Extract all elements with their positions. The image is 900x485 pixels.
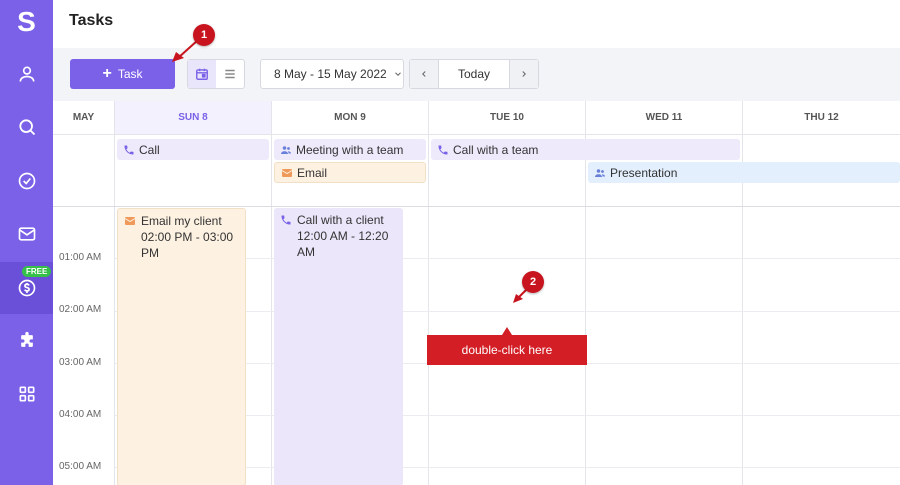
date-range-dropdown[interactable]: 8 May - 15 May 2022 (260, 59, 404, 89)
time-label: 03:00 AM (59, 357, 102, 368)
day-header-tue[interactable]: TUE 10 (429, 101, 586, 135)
page-header: Tasks (53, 0, 900, 48)
allday-event-label: Meeting with a team (296, 142, 404, 157)
prev-week-button[interactable] (410, 60, 438, 88)
dollar-icon (18, 279, 35, 297)
event-title: Call with a client (297, 213, 384, 227)
mail-icon (18, 227, 35, 241)
time-column-wed[interactable] (586, 207, 743, 485)
view-toggle (187, 59, 245, 89)
time-label: 04:00 AM (59, 409, 102, 420)
sidebar-item-apps[interactable] (0, 368, 53, 420)
week-calendar: MAY SUN 8 MON 9 TUE 10 WED 11 THU 12 Cal… (53, 101, 900, 485)
check-circle-icon (18, 172, 35, 190)
list-icon (225, 69, 235, 79)
allday-event-call-team[interactable]: Call with a team (431, 139, 740, 160)
mail-icon (281, 168, 293, 177)
allday-event-presentation[interactable]: Presentation (588, 162, 900, 183)
double-click-hint: double-click here (427, 327, 587, 365)
day-header-wed[interactable]: WED 11 (586, 101, 743, 135)
toolbar: + Task 8 May - 15 May 2022 Today (53, 48, 900, 101)
search-icon (18, 119, 35, 136)
allday-event-email[interactable]: Email (274, 162, 426, 183)
calendar-icon (196, 68, 208, 80)
allday-event-label: Call with a team (453, 142, 539, 157)
puzzle-icon (20, 331, 33, 347)
user-icon (19, 66, 34, 82)
phone-icon (281, 215, 291, 225)
time-column-thu[interactable] (743, 207, 900, 485)
add-task-label: Task (117, 67, 143, 81)
month-label: MAY (53, 101, 115, 135)
sidebar-item-integrations[interactable] (0, 315, 53, 367)
allday-event-meeting[interactable]: Meeting with a team (274, 139, 426, 160)
day-header-thu[interactable]: THU 12 (743, 101, 900, 135)
phone-icon (438, 145, 448, 154)
sidebar-item-tasks[interactable] (0, 155, 53, 207)
event-time: 02:00 PM - 03:00 PM (141, 230, 234, 260)
annotation-marker-2: 2 (522, 271, 544, 293)
date-range-label: 8 May - 15 May 2022 (274, 67, 387, 81)
chevron-right-icon (522, 71, 526, 77)
sidebar-item-contacts[interactable] (0, 48, 53, 100)
free-badge: FREE (22, 266, 52, 277)
sidebar: S FREE (0, 0, 53, 485)
day-header-mon[interactable]: MON 9 (272, 101, 429, 135)
event-email-client[interactable]: Email my client 02:00 PM - 03:00 PM (117, 208, 246, 485)
users-icon (595, 168, 605, 177)
sidebar-item-mail[interactable] (0, 208, 53, 260)
mail-icon (124, 217, 136, 225)
allday-gutter (53, 135, 115, 206)
allday-event-label: Call (139, 142, 160, 157)
annotation-marker-1: 1 (193, 24, 215, 46)
today-button[interactable]: Today (438, 60, 510, 88)
next-week-button[interactable] (510, 60, 538, 88)
time-label: 05:00 AM (59, 461, 102, 472)
event-title: Email my client (141, 214, 222, 228)
plus-icon: + (102, 65, 112, 82)
date-navigation: Today (409, 59, 539, 89)
chevron-down-icon (394, 72, 401, 76)
list-view-button[interactable] (216, 60, 244, 88)
time-label: 02:00 AM (59, 304, 102, 315)
day-header-sun[interactable]: SUN 8 (115, 101, 272, 135)
sidebar-item-search[interactable] (0, 101, 53, 153)
app-logo[interactable]: S (0, 6, 53, 38)
time-label: 01:00 AM (59, 252, 102, 263)
event-time: 12:00 AM - 12:20 AM (297, 229, 389, 259)
users-icon (281, 145, 291, 154)
allday-event-call[interactable]: Call (117, 139, 269, 160)
allday-event-label: Presentation (610, 165, 678, 180)
time-gutter (53, 207, 115, 485)
app: S FREE Tasks + Task 8 May - 15 May 2022 … (0, 0, 900, 485)
event-call-client[interactable]: Call with a client 12:00 AM - 12:20 AM (274, 208, 403, 485)
add-task-button[interactable]: + Task (70, 59, 175, 89)
sidebar-item-deals[interactable]: FREE (0, 262, 53, 314)
page-title: Tasks (69, 12, 114, 29)
allday-event-label: Email (297, 165, 328, 180)
calendar-view-button[interactable] (188, 60, 216, 88)
chevron-left-icon (422, 71, 426, 77)
grid-icon (19, 386, 34, 402)
phone-icon (124, 145, 134, 154)
